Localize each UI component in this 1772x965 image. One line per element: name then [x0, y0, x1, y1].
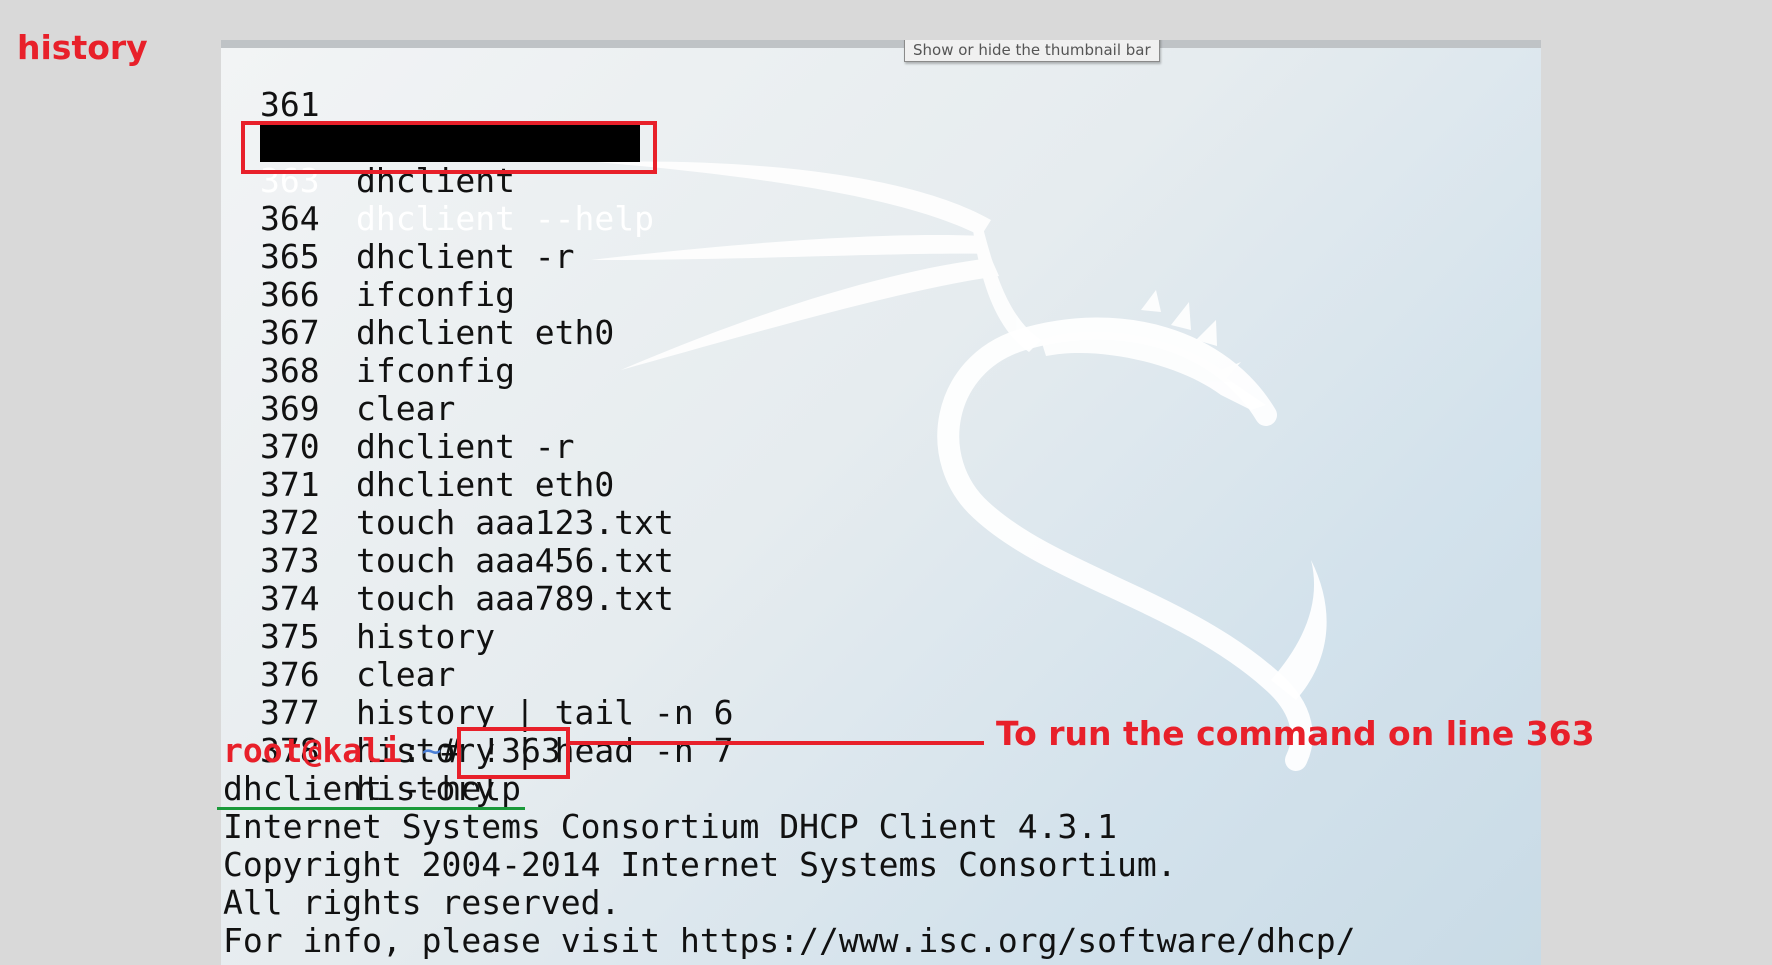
history-line: 372 touch aaa456.txt	[221, 466, 674, 580]
history-command: touch aaa456.txt	[356, 541, 674, 580]
history-line: 369 dhclient -r	[221, 352, 575, 466]
highlight-box-command	[457, 727, 570, 779]
output-line: Internet Systems Consortium DHCP Client …	[223, 807, 1118, 846]
history-line: 362 dhclient	[221, 86, 515, 200]
history-line: 378 history	[221, 694, 495, 808]
history-command: dhclient --help	[356, 199, 655, 238]
history-command: ifconfig	[356, 275, 515, 314]
history-command: touch aaa123.txt	[356, 503, 674, 542]
output-underline	[217, 807, 525, 810]
history-line: 361 clear	[221, 48, 455, 162]
output-line: Copyright 2004-2014 Internet Systems Con…	[223, 845, 1177, 884]
history-line: 373 touch aaa789.txt	[221, 504, 674, 618]
thumbnail-bar-tooltip: Show or hide the thumbnail bar	[904, 40, 1160, 62]
output-line: All rights reserved.	[223, 883, 621, 922]
history-command: dhclient eth0	[356, 465, 615, 504]
annotation-title: history	[17, 28, 148, 67]
history-line: 371 touch aaa123.txt	[221, 428, 674, 542]
highlight-box-line-363	[241, 121, 657, 174]
history-line: 368 clear	[221, 314, 455, 428]
history-command: clear	[356, 655, 456, 694]
output-line: For info, please visit https://www.isc.o…	[223, 921, 1356, 960]
history-line: 376 history | tail -n 6	[221, 618, 734, 732]
terminal-window[interactable]: Show or hide the thumbnail bar 361 clear…	[221, 40, 1541, 965]
callout-text: To run the command on line 363	[996, 714, 1595, 753]
history-command: clear	[356, 389, 456, 428]
prompt-user-host: root@kali	[223, 731, 402, 770]
prompt-path: ~	[421, 731, 442, 770]
history-command: dhclient -r	[356, 427, 575, 466]
history-command: history	[356, 617, 496, 656]
prompt-separator: :	[401, 731, 422, 770]
history-line: 367 ifconfig	[221, 276, 515, 390]
history-command: touch aaa789.txt	[356, 579, 674, 618]
history-line: 374 history	[221, 542, 495, 656]
history-line: 365 ifconfig	[221, 200, 515, 314]
history-line: 377 history | head -n 7	[221, 656, 734, 770]
history-line: 370 dhclient eth0	[221, 390, 614, 504]
history-line: 366 dhclient eth0	[221, 238, 614, 352]
callout-connector-line	[570, 741, 984, 745]
history-line: 375 clear	[221, 580, 455, 694]
history-command: dhclient eth0	[356, 313, 615, 352]
history-command: ifconfig	[356, 351, 515, 390]
history-command: dhclient -r	[356, 237, 575, 276]
